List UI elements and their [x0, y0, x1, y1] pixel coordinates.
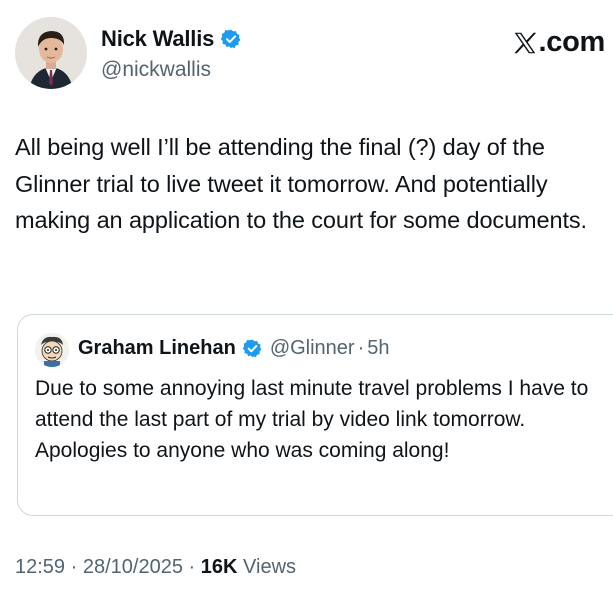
- tweet-meta: 12:59 · 28/10/2025 · 16K Views: [15, 556, 296, 579]
- quoted-tweet-text: Due to some annoying last minute travel …: [35, 377, 589, 462]
- tweet-text: All being well I’ll be attending the fin…: [15, 134, 587, 233]
- separator-dot: ·: [188, 556, 196, 578]
- tweet-time[interactable]: 12:59: [15, 556, 65, 578]
- verified-badge-icon: [220, 28, 242, 50]
- profile-photo-icon: [15, 17, 87, 89]
- author-handle[interactable]: @nickwallis: [101, 58, 211, 82]
- cartoon-avatar-icon: [35, 333, 69, 367]
- x-logo-icon: [512, 30, 538, 56]
- brand-domain-label: .com: [538, 26, 606, 58]
- verified-badge-icon: [242, 338, 263, 359]
- quoted-author-avatar[interactable]: [35, 333, 69, 367]
- author-name-label[interactable]: Nick Wallis: [101, 26, 214, 52]
- x-brand: .com: [512, 26, 606, 59]
- views-label: Views: [243, 556, 297, 578]
- author-avatar[interactable]: [15, 17, 87, 89]
- tweet-date[interactable]: 28/10/2025: [83, 556, 183, 578]
- separator-dot: ·: [70, 556, 78, 578]
- quoted-header: Graham Linehan @Glinner · 5h: [78, 337, 390, 360]
- quoted-author-handle[interactable]: @Glinner: [270, 337, 355, 360]
- views-count[interactable]: 16K: [201, 556, 238, 578]
- author-name[interactable]: Nick Wallis: [101, 26, 242, 52]
- quoted-timestamp[interactable]: 5h: [367, 337, 389, 360]
- separator-dot: ·: [357, 337, 365, 359]
- quoted-tweet[interactable]: Graham Linehan @Glinner · 5h Due to some…: [17, 314, 613, 516]
- quoted-author-name[interactable]: Graham Linehan: [78, 337, 236, 360]
